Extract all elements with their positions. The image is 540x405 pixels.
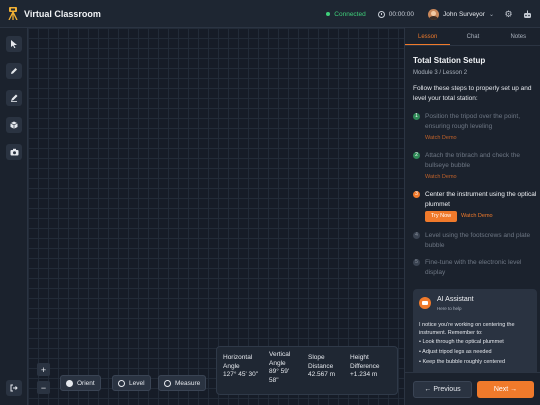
tripod-logo-icon — [8, 7, 18, 20]
try-now-button[interactable]: Try Now — [425, 211, 457, 222]
status-label: Connected — [334, 10, 366, 18]
tab-chat[interactable]: Chat — [450, 28, 495, 45]
next-button[interactable]: Next → — [477, 381, 534, 398]
step-text: Attach the tribrach and check the bullse… — [425, 152, 521, 169]
lesson-panel: Lesson Chat Notes Total Station Setup Mo… — [404, 28, 540, 405]
readout-label: Angle — [223, 362, 240, 370]
measure-label: Measure — [175, 379, 201, 387]
cube-tool-button[interactable] — [6, 117, 22, 133]
readout-label: Height — [350, 354, 369, 361]
lesson-title: Total Station Setup — [413, 56, 486, 65]
tool-sidebar — [0, 28, 28, 405]
readout-value: 58" — [269, 376, 279, 384]
step-text: Position the tripod over the point, ensu… — [425, 113, 521, 130]
ai-tip: • Look through the optical plummet — [419, 339, 504, 345]
step-text: Level using the footscrews and plate bub… — [425, 232, 531, 249]
orient-label: Orient — [77, 379, 95, 387]
next-label: Next — [493, 386, 509, 393]
gear-icon[interactable]: ⚙ — [504, 9, 513, 19]
readout-value: 89° 59' — [269, 368, 290, 375]
readout-label: Vertical — [269, 351, 291, 358]
readout-label: Horizontal — [223, 354, 253, 361]
readout-value: 127° 45' 30" — [223, 371, 259, 378]
horizontal-angle-readout: Horizontal Angle 127° 45' 30" — [223, 354, 258, 380]
step-text: Fine-tune with the electronic level disp… — [425, 259, 522, 276]
app-title: Virtual Classroom — [24, 8, 101, 19]
user-menu[interactable]: John Surveyor ⌄ — [428, 8, 494, 20]
user-name: John Surveyor — [443, 10, 485, 18]
ai-assistant-card: AI Assistant Here to help I notice you'r… — [413, 289, 537, 381]
crosshair-icon — [118, 379, 125, 387]
pencil-tool-button[interactable] — [6, 63, 22, 79]
readout-label: Distance — [308, 362, 334, 370]
zoom-out-button[interactable]: − — [37, 381, 50, 394]
step-number: 4 — [413, 232, 420, 239]
pen-tool-button[interactable] — [6, 90, 22, 106]
ai-tip: • Keep the bubble roughly centered — [419, 359, 506, 365]
readout-label: Angle — [269, 359, 286, 367]
readout-value: +1.234 m — [350, 371, 378, 378]
pointer-icon — [11, 40, 17, 48]
step-number: 2 — [413, 152, 420, 159]
ai-assistant-subtitle: Here to help — [437, 306, 462, 311]
session-timer: 00:00:00 — [377, 10, 415, 18]
vertical-angle-readout: Vertical Angle 89° 59' 58" — [269, 351, 290, 385]
watch-demo-link[interactable]: Watch Demo — [461, 213, 493, 219]
step-number: 1 — [413, 113, 420, 120]
tab-notes[interactable]: Notes — [496, 28, 540, 45]
camera-icon — [10, 148, 18, 156]
pen-icon — [11, 94, 18, 102]
exit-icon — [10, 384, 18, 392]
avatar — [428, 8, 440, 20]
readout-label: Difference — [350, 362, 380, 370]
readout-label: Slope — [308, 354, 325, 361]
lesson-breadcrumb: Module 3 / Lesson 2 — [413, 70, 468, 76]
zoom-in-button[interactable]: + — [37, 363, 50, 376]
panel-tabs: Lesson Chat Notes — [405, 28, 540, 46]
app-header: Virtual Classroom Connected 00:00:00 Joh… — [0, 0, 540, 28]
connection-status: Connected — [326, 10, 366, 18]
ai-assistant-message: I notice you're working on centering the… — [419, 322, 515, 336]
step-text: Center the instrument using the optical … — [425, 191, 537, 208]
chevron-down-icon: ⌄ — [488, 11, 494, 18]
level-label: Level — [129, 379, 145, 387]
camera-tool-button[interactable] — [6, 144, 22, 160]
exit-button[interactable] — [6, 380, 22, 396]
status-dot-icon — [326, 12, 331, 16]
pointer-tool-button[interactable] — [6, 36, 22, 52]
readout-value: 42.567 m — [308, 371, 336, 378]
previous-button[interactable]: ← Previous — [413, 381, 472, 398]
robot-icon[interactable] — [523, 10, 532, 19]
level-button[interactable]: Level — [112, 375, 151, 391]
lesson-navigation: ← Previous Next → — [405, 372, 540, 405]
tab-lesson[interactable]: Lesson — [405, 28, 451, 45]
measurement-readout: Horizontal Angle 127° 45' 30" Vertical A… — [216, 346, 398, 395]
ai-tip: • Adjust tripod legs as needed — [419, 349, 492, 355]
step-number: 3 — [413, 191, 420, 198]
height-difference-readout: Height Difference +1.234 m — [350, 354, 380, 380]
slope-distance-readout: Slope Distance 42.567 m — [308, 354, 335, 380]
watch-demo-link[interactable]: Watch Demo — [425, 135, 457, 141]
ai-assistant-icon — [419, 297, 431, 309]
clock-icon — [377, 10, 385, 18]
step-number: 5 — [413, 259, 420, 266]
orient-button[interactable]: Orient — [60, 375, 101, 391]
timer-label: 00:00:00 — [388, 10, 415, 18]
pencil-icon — [11, 68, 17, 74]
previous-label: Previous — [433, 386, 461, 393]
compass-icon — [66, 379, 73, 387]
cube-icon — [10, 121, 18, 129]
arrow-right-icon: → — [508, 386, 518, 393]
lesson-intro: Follow these steps to properly set up an… — [413, 85, 532, 102]
measure-button[interactable]: Measure — [158, 375, 207, 391]
ai-assistant-title: AI Assistant — [437, 296, 474, 303]
watch-demo-link[interactable]: Watch Demo — [425, 174, 457, 180]
target-icon — [164, 379, 171, 387]
